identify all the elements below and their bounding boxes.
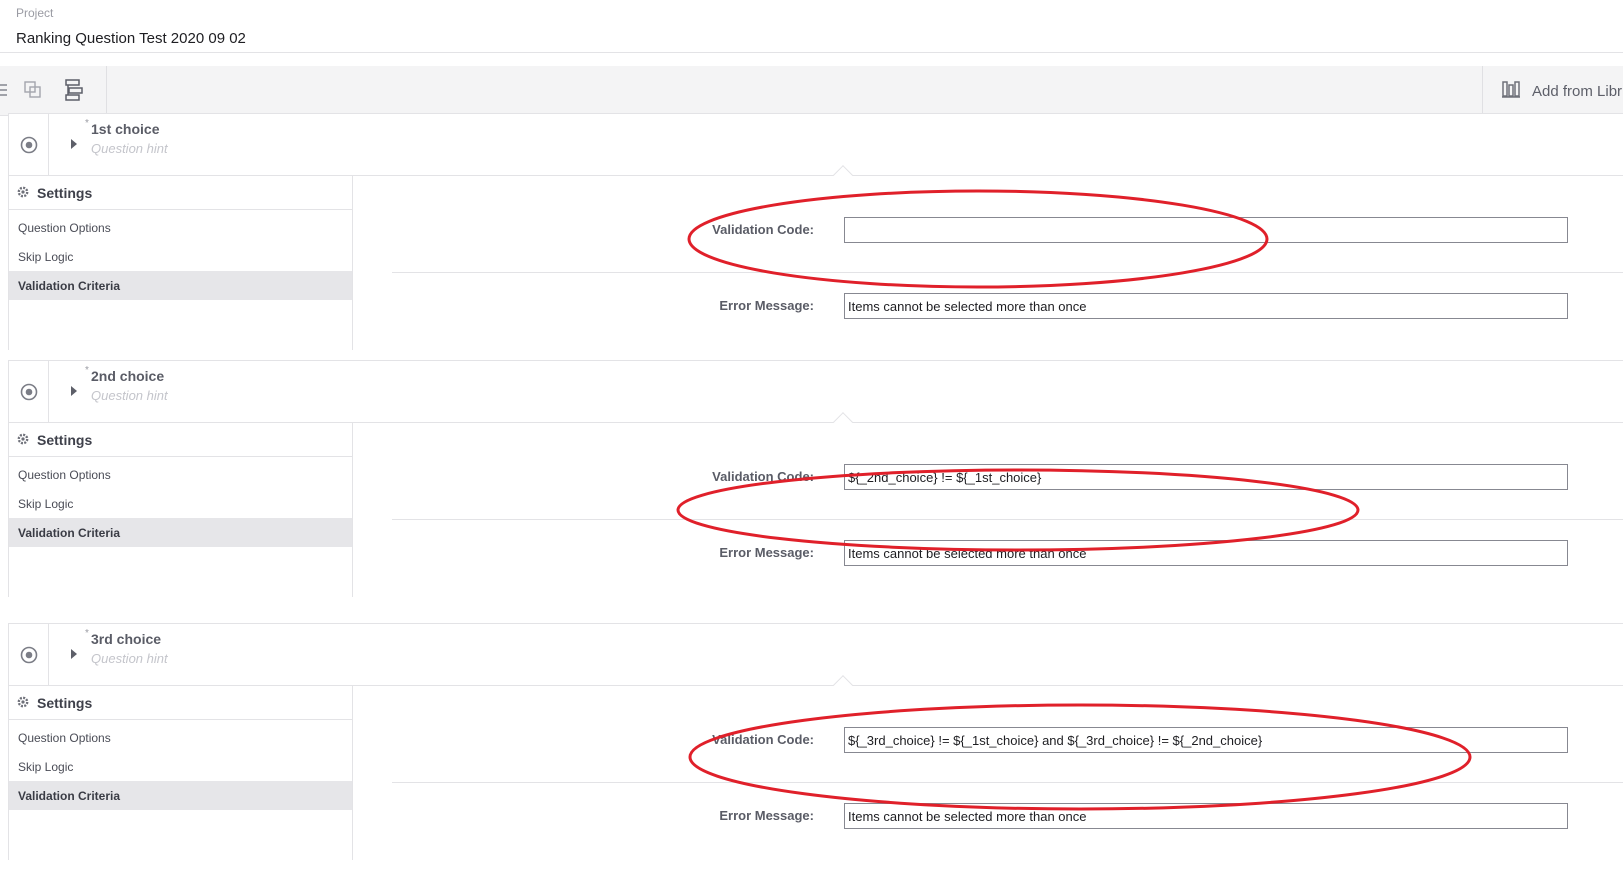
question-card: * 3rd choice Question hint Settings Ques… [8, 623, 1623, 860]
validation-code-input[interactable] [844, 727, 1568, 753]
list-icon[interactable] [0, 79, 16, 101]
menu-skip-logic[interactable]: Skip Logic [9, 752, 352, 781]
hierarchy-icon[interactable] [63, 79, 85, 101]
required-mark: * [85, 365, 89, 376]
question-label[interactable]: 2nd choice [91, 368, 164, 384]
toolbar: Add from Libr [0, 66, 1623, 116]
menu-validation-criteria[interactable]: Validation Criteria [9, 781, 352, 810]
panel-pointer [833, 165, 853, 185]
project-title: Ranking Question Test 2020 09 02 [16, 30, 246, 47]
question-header[interactable]: * 2nd choice Question hint [9, 361, 1623, 432]
question-header[interactable]: * 3rd choice Question hint [9, 624, 1623, 695]
toolbar-divider [1482, 66, 1483, 116]
settings-heading: Settings [9, 686, 353, 720]
settings-sidebar: Settings Question Options Skip Logic Val… [9, 176, 353, 350]
validation-code-label: Validation Code: [712, 469, 814, 484]
menu-question-options[interactable]: Question Options [9, 213, 352, 242]
panel-pointer [833, 675, 853, 695]
gear-icon [17, 185, 29, 201]
gear-icon [17, 695, 29, 711]
error-message-label: Error Message: [719, 545, 814, 560]
required-mark: * [85, 628, 89, 639]
add-from-library-button[interactable]: Add from Libr [1502, 79, 1622, 103]
validation-code-label: Validation Code: [712, 732, 814, 747]
menu-skip-logic[interactable]: Skip Logic [9, 242, 352, 271]
panel-pointer [833, 412, 853, 432]
copy-icon[interactable] [22, 79, 44, 101]
question-header[interactable]: * 1st choice Question hint [9, 114, 1623, 185]
question-label[interactable]: 1st choice [91, 121, 159, 137]
expand-caret-icon[interactable] [71, 386, 77, 396]
radio-target-icon [9, 624, 49, 686]
menu-validation-criteria[interactable]: Validation Criteria [9, 518, 352, 547]
error-message-input[interactable] [844, 540, 1568, 566]
menu-skip-logic[interactable]: Skip Logic [9, 489, 352, 518]
expand-caret-icon[interactable] [71, 139, 77, 149]
menu-validation-criteria[interactable]: Validation Criteria [9, 271, 352, 300]
project-header: Project Ranking Question Test 2020 09 02 [0, 0, 1623, 53]
question-label[interactable]: 3rd choice [91, 631, 161, 647]
settings-heading: Settings [9, 176, 353, 210]
settings-heading: Settings [9, 423, 353, 457]
error-message-input[interactable] [844, 803, 1568, 829]
required-mark: * [85, 118, 89, 129]
radio-target-icon [9, 361, 49, 423]
question-hint[interactable]: Question hint [91, 388, 168, 403]
row-divider [392, 519, 1623, 520]
expand-caret-icon[interactable] [71, 649, 77, 659]
toolbar-divider [106, 66, 107, 116]
question-card: * 2nd choice Question hint Settings Ques… [8, 360, 1623, 597]
question-hint[interactable]: Question hint [91, 651, 168, 666]
validation-code-label: Validation Code: [712, 222, 814, 237]
question-hint[interactable]: Question hint [91, 141, 168, 156]
validation-code-input[interactable] [844, 217, 1568, 243]
menu-question-options[interactable]: Question Options [9, 723, 352, 752]
settings-sidebar: Settings Question Options Skip Logic Val… [9, 686, 353, 860]
row-divider [392, 782, 1623, 783]
error-message-label: Error Message: [719, 298, 814, 313]
menu-question-options[interactable]: Question Options [9, 460, 352, 489]
project-label: Project [16, 6, 54, 20]
question-card: * 1st choice Question hint Settings Ques… [8, 113, 1623, 350]
error-message-label: Error Message: [719, 808, 814, 823]
error-message-input[interactable] [844, 293, 1568, 319]
row-divider [392, 272, 1623, 273]
gear-icon [17, 432, 29, 448]
radio-target-icon [9, 114, 49, 176]
library-icon [1502, 80, 1520, 102]
validation-code-input[interactable] [844, 464, 1568, 490]
settings-sidebar: Settings Question Options Skip Logic Val… [9, 423, 353, 597]
add-from-library-label: Add from Libr [1532, 82, 1623, 100]
